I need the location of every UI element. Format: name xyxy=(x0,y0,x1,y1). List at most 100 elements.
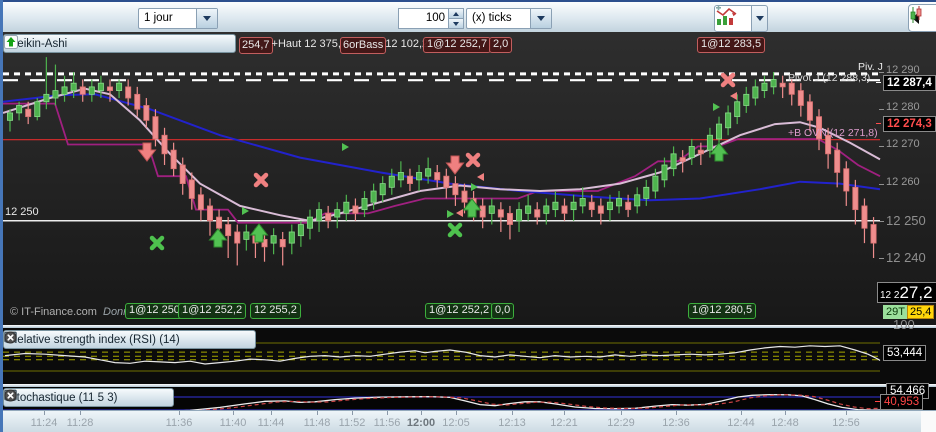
chevron-down-icon xyxy=(203,16,211,21)
wrench-icon[interactable] xyxy=(5,390,136,405)
session-info-segment: 6orBass xyxy=(339,37,387,54)
time-axis-label: 12:48 xyxy=(771,417,799,429)
time-axis-label: 11:48 xyxy=(303,417,331,429)
trade-label: 1@12 252,2 xyxy=(178,303,247,319)
price-axis-label: 12 240 xyxy=(886,250,926,265)
time-axis-label: 11:52 xyxy=(338,417,366,429)
close-icon[interactable] xyxy=(4,35,192,51)
trade-label: 1@12 280,5 xyxy=(688,303,757,319)
order-label: 1@12 252,7 xyxy=(423,37,492,53)
timeframe-dropdown-button[interactable] xyxy=(196,9,217,28)
price-axis-tick xyxy=(879,146,884,148)
time-axis-label: 11:24 xyxy=(30,417,58,429)
time-axis-label: 11:40 xyxy=(219,417,247,429)
spread-badge: 25,4 xyxy=(907,305,935,319)
chart-titlebar[interactable]: Heikin-Ashi xyxy=(3,34,236,53)
window-icon[interactable] xyxy=(4,389,155,405)
rsi-titlebar[interactable]: Relative strength index (RSI) (14) xyxy=(3,330,256,349)
time-axis-label: 11:44 xyxy=(257,417,285,429)
overnight-line-label: +B OVN (12 271,8) xyxy=(788,127,878,139)
close-icon[interactable] xyxy=(4,389,174,405)
unit-value: (x) ticks xyxy=(472,12,512,24)
wrench-icon[interactable] xyxy=(5,36,154,51)
chart-title: Heikin-Ashi xyxy=(9,37,68,50)
stochastic-titlebar[interactable]: Stochastique (11 5 3) xyxy=(3,388,174,407)
chart-type-dropdown-button[interactable] xyxy=(752,5,768,32)
tick-count-stepper[interactable]: 100 xyxy=(398,8,464,29)
tick-count-value: 100 xyxy=(398,8,448,29)
time-axis-tick xyxy=(421,411,422,415)
close-icon[interactable] xyxy=(4,331,250,347)
time-axis-label: 12:36 xyxy=(662,417,690,429)
trade-label: 12 255,2 xyxy=(250,303,301,319)
last-price-small: 12 2 xyxy=(880,290,900,301)
wrench-icon[interactable] xyxy=(5,332,212,347)
last-price-big: 27,2 xyxy=(899,283,933,302)
price-axis-label: 12 280 xyxy=(886,101,920,114)
price-axis-tick xyxy=(879,72,884,73)
time-axis-label: 12:56 xyxy=(832,417,860,429)
chevron-down-icon xyxy=(537,16,545,21)
timeframe-select[interactable]: 1 jour xyxy=(138,8,218,29)
price-axis-tick xyxy=(879,220,884,222)
order-label: 2,0 xyxy=(489,37,513,53)
window-icon[interactable] xyxy=(4,331,231,347)
price-alert-box: 12 274,3 xyxy=(883,116,936,132)
pivot-line-label: Pivot J (12 288,3) xyxy=(788,72,871,84)
sell-arrow-icon[interactable] xyxy=(4,35,211,51)
buy-arrow-icon[interactable] xyxy=(4,35,230,51)
time-axis-tick xyxy=(271,411,272,415)
chart-type-split-button xyxy=(714,5,768,32)
stepper-down-button[interactable] xyxy=(449,18,463,28)
bottom-right-corner xyxy=(921,411,936,432)
main-toolbar: 1 jour 100 (x) ticks xyxy=(0,2,936,33)
countdown-badge: 29T xyxy=(883,305,908,319)
session-info-segment: +Haut 12 375, xyxy=(271,38,341,50)
time-axis-tick xyxy=(741,411,742,415)
window-left-border xyxy=(0,0,3,432)
trade-label: 0,0 xyxy=(491,303,515,319)
price-alert-tick xyxy=(876,82,881,83)
unit-select[interactable]: (x) ticks xyxy=(466,8,552,29)
trading-app-window: 1 jour 100 (x) ticks 11:24 11:28 11:36 1… xyxy=(0,0,936,432)
price-axis-tick xyxy=(879,258,884,259)
unit-dropdown-button[interactable] xyxy=(530,9,551,28)
chart-type-icon xyxy=(716,5,737,25)
stepper-buttons xyxy=(448,8,464,29)
chart-type-button[interactable] xyxy=(714,5,752,32)
time-axis-tick xyxy=(352,411,353,415)
time-axis-tick xyxy=(387,411,388,415)
time-axis-label: 12:00 xyxy=(406,417,436,429)
time-axis-label: 12:44 xyxy=(727,417,755,429)
trade-label: 1@12 252,2 xyxy=(425,303,494,319)
window-top-border xyxy=(0,0,936,2)
session-info-segment: 254,7 xyxy=(239,37,273,54)
time-axis-label: 12:05 xyxy=(442,417,470,429)
price-alert-tick xyxy=(876,123,881,124)
last-price-box: 12 2 27,2 xyxy=(877,282,936,303)
window-icon[interactable] xyxy=(4,35,173,51)
time-axis-tick xyxy=(621,411,622,415)
time-axis-tick xyxy=(564,411,565,415)
time-axis-tick xyxy=(846,411,847,415)
collapse-panel-button[interactable] xyxy=(908,4,936,32)
stochastic-title: Stochastique (11 5 3) xyxy=(9,391,118,404)
time-axis-tick xyxy=(456,411,457,415)
price-axis-tick xyxy=(879,109,884,111)
session-info-row: 254,7 +Haut 12 375, 6orBass 12 102,2 xyxy=(239,37,430,54)
time-axis: 11:24 11:28 11:36 11:40 11:44 11:48 11:52 11:56… xyxy=(0,410,936,432)
price-alert-box: 12 287,4 xyxy=(883,75,936,91)
rsi-axis-max-label: 100 xyxy=(893,317,915,332)
stepper-up-button[interactable] xyxy=(449,9,463,18)
time-axis-tick xyxy=(179,411,180,415)
timeframe-value: 1 jour xyxy=(144,12,173,24)
copyright-text: © IT-Finance.com xyxy=(10,306,97,318)
price-axis-label: 12 250 xyxy=(886,212,926,228)
time-axis-label: 12:13 xyxy=(498,417,526,429)
time-axis-label: 11:36 xyxy=(165,417,193,429)
time-axis-label: 12:29 xyxy=(607,417,635,429)
time-axis-tick xyxy=(80,411,81,415)
time-axis-tick xyxy=(317,411,318,415)
stochastic-d-value-box: 40,953 xyxy=(880,394,924,410)
chevron-down-icon xyxy=(755,16,764,21)
